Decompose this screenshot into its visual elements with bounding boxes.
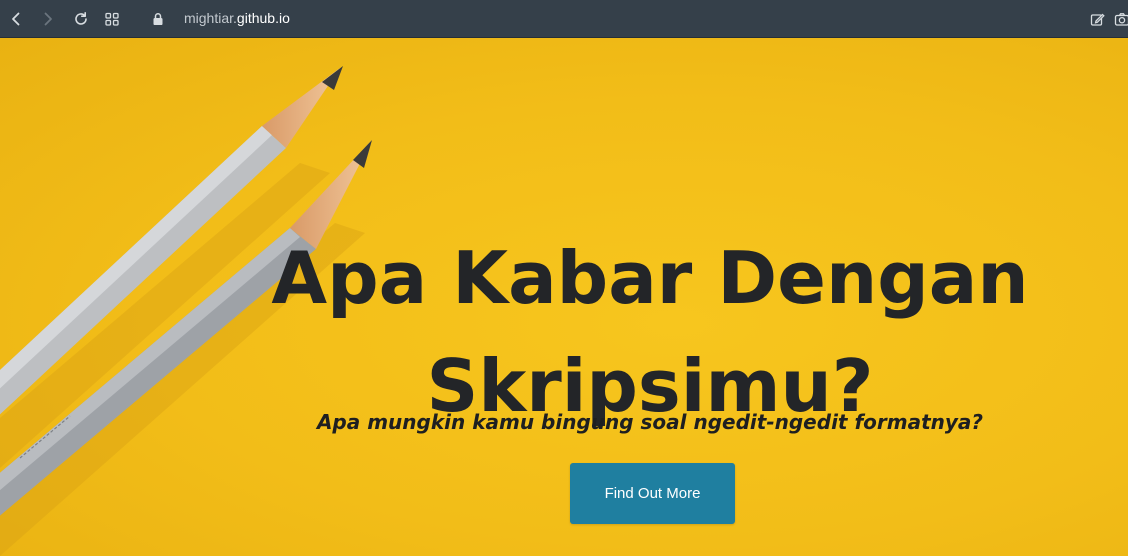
- url-host: github.io: [236, 10, 290, 26]
- hero-subtitle: Apa mungkin kamu bingung soal ngedit-nge…: [316, 410, 984, 434]
- url-prefix: mightiar.: [184, 10, 237, 26]
- hero-title-line-1: Apa Kabar Dengan: [271, 236, 1029, 320]
- reload-icon[interactable]: [69, 7, 93, 31]
- find-out-more-button[interactable]: Find Out More: [570, 463, 735, 524]
- hero-section: Apa Kabar Dengan Skripsimu? Apa mungkin …: [0, 38, 1128, 556]
- edit-icon[interactable]: [1085, 7, 1109, 31]
- address-bar[interactable]: mightiar.github.io: [184, 10, 290, 26]
- hero-title: Apa Kabar Dengan Skripsimu?: [240, 224, 1060, 440]
- camera-icon[interactable]: [1110, 7, 1128, 31]
- back-icon[interactable]: [4, 7, 28, 31]
- forward-icon[interactable]: [36, 7, 60, 31]
- browser-toolbar: mightiar.github.io: [0, 0, 1128, 38]
- lock-icon: [146, 7, 170, 31]
- tab-grid-icon[interactable]: [100, 7, 124, 31]
